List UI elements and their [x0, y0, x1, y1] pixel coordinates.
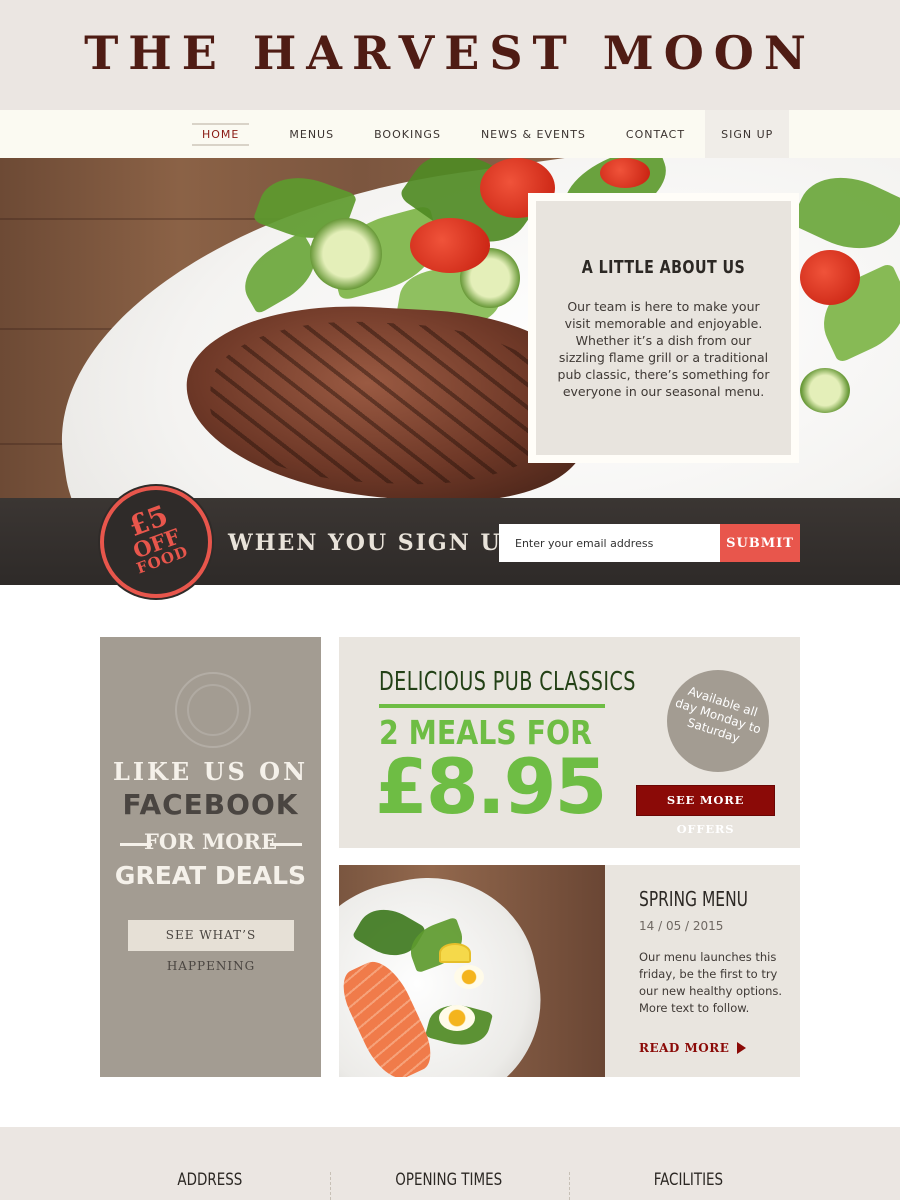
facebook-panel: LIKE US ON FACEBOOK FOR MORE GREAT DEALS…: [100, 637, 321, 1077]
discount-badge: £5 OFF FOOD: [100, 486, 212, 598]
divider-right: [270, 843, 302, 846]
availability-badge: Available all day Monday to Saturday: [667, 670, 769, 772]
spring-menu-date: 14 / 05 / 2015: [639, 919, 724, 933]
site-logo[interactable]: THE HARVEST MOON: [0, 26, 900, 80]
site-header: THE HARVEST MOON: [0, 0, 900, 110]
about-card-inner: A LITTLE ABOUT US Our team is here to ma…: [536, 201, 791, 455]
nav-item-sign-up[interactable]: SIGN UP: [705, 110, 790, 158]
about-title: A LITTLE ABOUT US: [581, 257, 746, 278]
offer-divider: [379, 704, 605, 708]
submit-button[interactable]: SUBMIT: [720, 524, 800, 562]
nav-item-bookings[interactable]: BOOKINGS: [354, 110, 461, 158]
main-nav: HOME MENUS BOOKINGS NEWS & EVENTS CONTAC…: [0, 110, 900, 158]
offer-panel: DELICIOUS PUB CLASSICS 2 MEALS FOR £8.95…: [339, 637, 800, 848]
hero-banner: A LITTLE ABOUT US Our team is here to ma…: [0, 158, 900, 498]
facebook-line-facebook: FACEBOOK: [122, 788, 299, 821]
footer-heading-opening-times: OPENING TIMES: [395, 1170, 503, 1190]
facebook-line-great-deals: GREAT DEALS: [114, 861, 307, 890]
read-more-link[interactable]: READ MORE: [639, 1041, 747, 1055]
nav-list: HOME MENUS BOOKINGS NEWS & EVENTS CONTAC…: [172, 110, 790, 158]
signup-headline: WHEN YOU SIGN UP: [228, 530, 521, 556]
facebook-line-like-us: LIKE US ON: [112, 757, 309, 786]
nav-item-menus[interactable]: MENUS: [269, 110, 354, 158]
see-whats-happening-button[interactable]: SEE WHAT’S HAPPENING: [128, 920, 294, 973]
offer-title: DELICIOUS PUB CLASSICS: [379, 667, 636, 697]
lemon-image: [439, 943, 471, 963]
nav-item-home[interactable]: HOME: [172, 110, 269, 158]
email-input[interactable]: [499, 524, 720, 562]
nav-item-contact[interactable]: CONTACT: [606, 110, 705, 158]
site-footer: ADDRESS OPENING TIMES FACILITIES: [0, 1127, 900, 1200]
offer-price: £8.95: [375, 742, 607, 831]
about-card: A LITTLE ABOUT US Our team is here to ma…: [528, 193, 799, 463]
egg-image: [439, 1005, 475, 1031]
grill-emblem-icon: [175, 672, 251, 748]
play-arrow-icon: [737, 1042, 747, 1054]
footer-heading-address: ADDRESS: [177, 1170, 243, 1190]
facebook-line-for-more: FOR MORE: [144, 829, 277, 854]
spring-menu-description: Our menu launches this friday, be the fi…: [639, 950, 783, 1015]
nav-item-label: HOME: [192, 122, 250, 146]
spring-menu-panel: SPRING MENU 14 / 05 / 2015 Our menu laun…: [339, 865, 800, 1077]
read-more-label: READ MORE: [639, 1041, 730, 1055]
spring-menu-image: [339, 865, 605, 1077]
availability-text: Available all day Monday to Saturday: [673, 683, 763, 746]
about-text: Our team is here to make your visit memo…: [557, 299, 770, 399]
footer-heading-facilities: FACILITIES: [653, 1170, 723, 1190]
spring-menu-title: SPRING MENU: [639, 887, 748, 911]
grill-emblem-inner: [187, 684, 239, 736]
nav-item-news-events[interactable]: NEWS & EVENTS: [461, 110, 606, 158]
see-more-offers-button[interactable]: SEE MORE OFFERS: [636, 785, 775, 836]
